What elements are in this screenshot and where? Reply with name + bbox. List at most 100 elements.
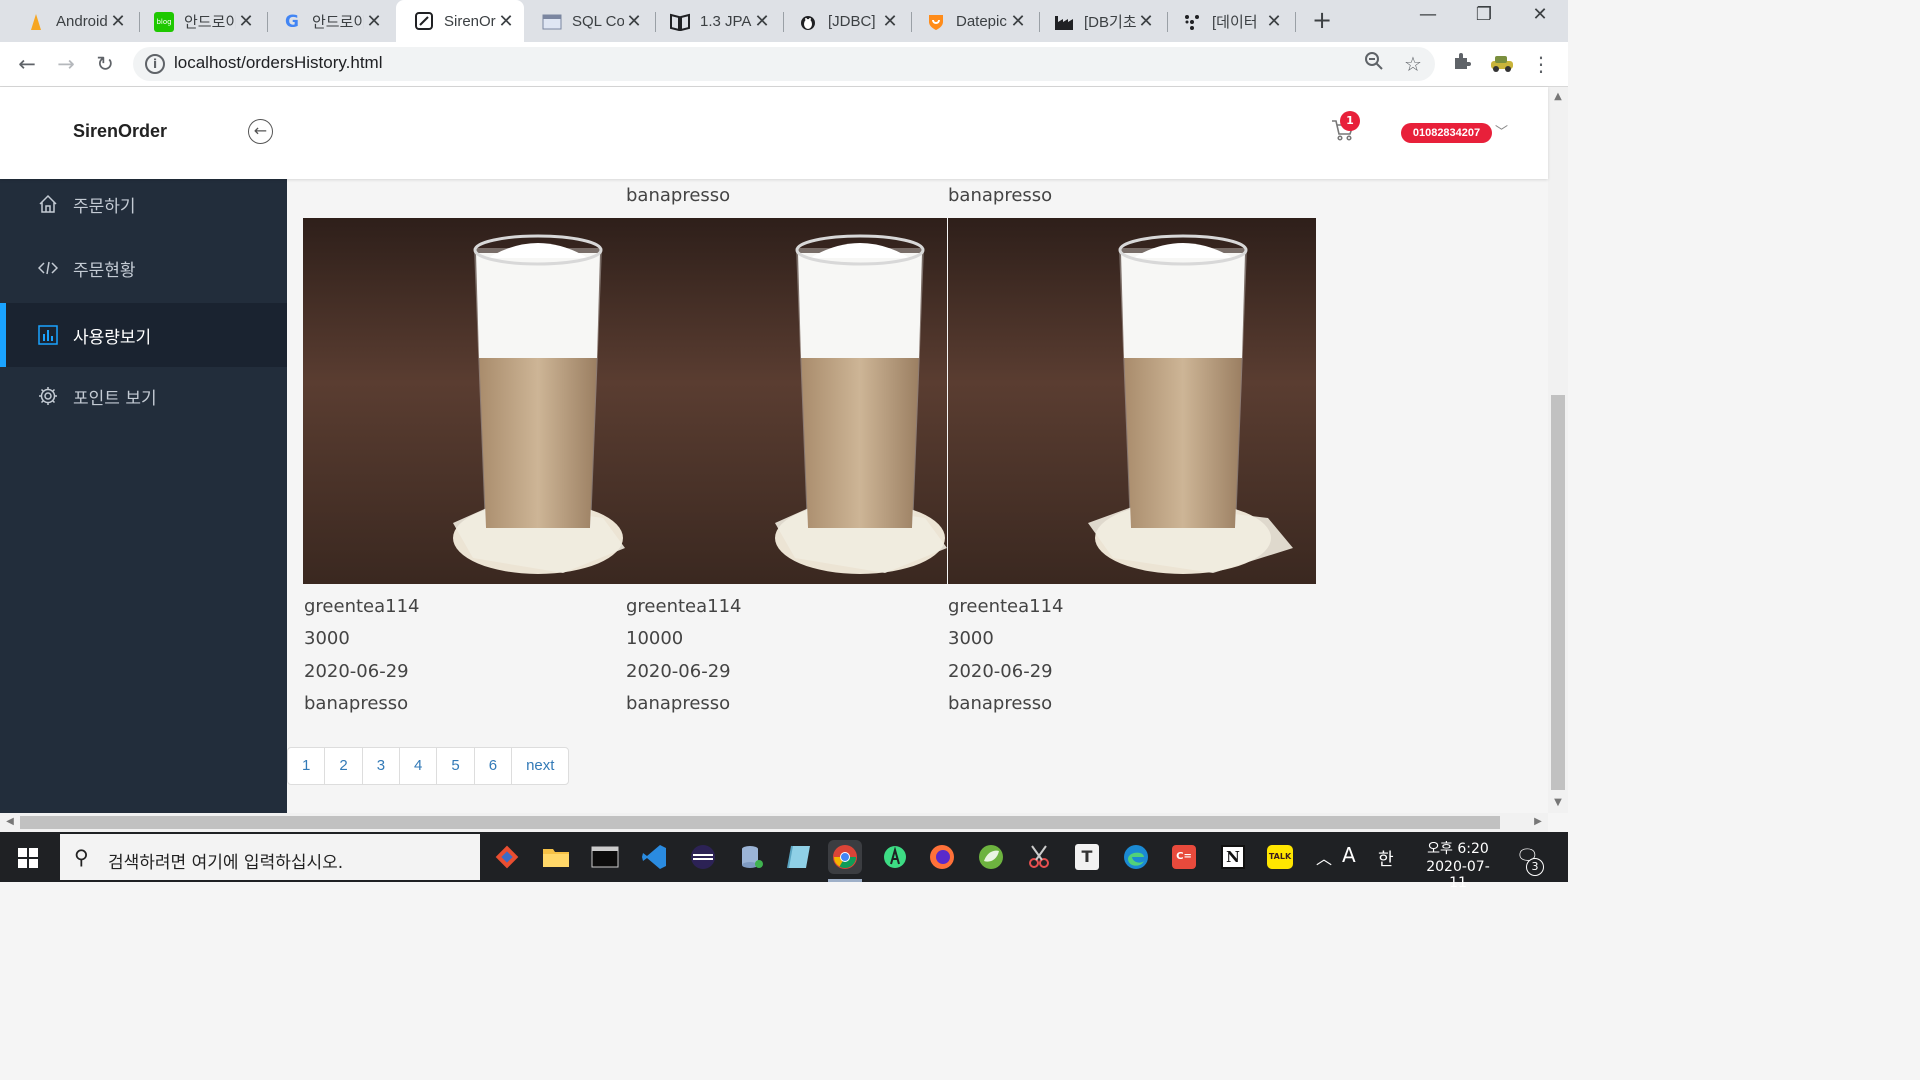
snipping-tool-icon[interactable] (1022, 840, 1056, 874)
database-tool-icon[interactable] (735, 840, 769, 874)
tab-title: 안드로이 (184, 14, 236, 31)
kakaotalk-icon[interactable]: TALK (1263, 840, 1297, 874)
close-icon[interactable]: ✕ (1264, 11, 1284, 32)
notes-app-icon[interactable] (782, 840, 816, 874)
browser-tab[interactable]: 1.3 JPA ✕ (652, 5, 780, 38)
url-text[interactable]: localhost/ordersHistory.html (174, 53, 382, 73)
scroll-up-icon[interactable]: ▲ (1548, 91, 1568, 102)
notion-icon[interactable]: N (1216, 840, 1250, 874)
browser-tab[interactable]: [JDBC] ✕ (780, 5, 908, 38)
window-icon (542, 12, 562, 32)
chrome-icon[interactable] (828, 840, 862, 874)
page-link-3[interactable]: 3 (363, 748, 401, 784)
sidebar-item-order-status[interactable]: 주문현황 (0, 236, 287, 300)
book-icon (670, 12, 690, 32)
vertical-scrollbar[interactable]: ▲ ▼ (1548, 87, 1568, 813)
close-icon[interactable]: ✕ (108, 11, 128, 32)
minimize-button[interactable]: — (1408, 4, 1448, 34)
page-next-link[interactable]: next (512, 748, 568, 784)
browser-tab[interactable]: [데이터 ✕ (1164, 5, 1292, 38)
extensions-icon[interactable] (1449, 51, 1475, 77)
info-icon[interactable]: i (145, 54, 165, 74)
profile-avatar[interactable] (1489, 51, 1515, 77)
file-explorer-icon[interactable] (539, 840, 573, 874)
zoom-icon[interactable] (1361, 51, 1387, 77)
close-icon[interactable]: ✕ (496, 11, 516, 32)
browser-toolbar: ← → ↻ i localhost/ordersHistory.html ☆ ⋮ (0, 42, 1568, 87)
cart-count-badge: 1 (1340, 111, 1360, 131)
bookmark-star-icon[interactable]: ☆ (1400, 51, 1426, 77)
scroll-right-icon[interactable]: ▶ (1528, 816, 1548, 827)
reload-icon[interactable]: ↻ (92, 51, 118, 77)
scroll-down-icon[interactable]: ▼ (1548, 797, 1568, 808)
android-studio-icon (26, 12, 46, 32)
active-app-indicator (828, 879, 862, 882)
browser-tab[interactable]: blog 안드로이 ✕ (136, 5, 264, 38)
page-link-6[interactable]: 6 (475, 748, 513, 784)
menu-kebab-icon[interactable]: ⋮ (1528, 51, 1554, 77)
page-link-1[interactable]: 1 (288, 748, 326, 784)
clock-time[interactable]: 오후 6:20 (1418, 838, 1498, 858)
new-tab-button[interactable]: + (1309, 6, 1335, 34)
horizontal-scroll-thumb[interactable] (20, 816, 1500, 829)
git-icon[interactable] (490, 840, 524, 874)
firefox-icon[interactable] (925, 840, 959, 874)
tab-title: [JDBC] (828, 13, 876, 30)
android-studio-icon[interactable] (878, 840, 912, 874)
close-icon[interactable]: ✕ (364, 11, 384, 32)
browser-tab[interactable]: Datepic ✕ (908, 5, 1036, 38)
close-icon[interactable]: ✕ (880, 11, 900, 32)
restore-button[interactable]: ❐ (1464, 4, 1504, 34)
browser-tab[interactable]: Android ✕ (8, 5, 136, 38)
presentation-app-icon[interactable]: C= (1167, 840, 1201, 874)
windows-start-icon[interactable] (18, 848, 38, 868)
forward-arrow-icon[interactable]: → (53, 51, 79, 77)
address-bar[interactable]: i localhost/ordersHistory.html (133, 47, 1435, 81)
browser-tab-active[interactable]: SirenOr ✕ (396, 0, 524, 42)
scroll-left-icon[interactable]: ◀ (0, 816, 20, 827)
order-date: 2020-06-29 (626, 661, 731, 682)
font-a-icon[interactable]: A (1342, 843, 1356, 867)
sidebar-item-usage[interactable]: 사용량보기 (0, 303, 287, 367)
back-circle-icon[interactable]: ← (248, 119, 273, 144)
eclipse-icon[interactable] (686, 840, 720, 874)
close-icon[interactable]: ✕ (624, 11, 644, 32)
browser-tab[interactable]: SQL Co ✕ (524, 5, 652, 38)
gear-icon (37, 385, 59, 407)
dots-icon (1182, 12, 1202, 32)
browser-tab[interactable]: [DB기초 ✕ (1036, 5, 1164, 38)
factory-icon (1054, 12, 1074, 32)
sidebar-item-points[interactable]: 포인트 보기 (0, 364, 287, 428)
chevron-down-icon[interactable]: ﹀ (1495, 121, 1508, 140)
user-phone-badge[interactable]: 01082834207 (1401, 123, 1492, 143)
clock-date[interactable]: 2020-07-11 (1418, 859, 1498, 891)
browser-tab[interactable]: G 안드로이 ✕ (264, 5, 392, 38)
window-close-button[interactable]: ✕ (1520, 4, 1560, 34)
close-icon[interactable]: ✕ (752, 11, 772, 32)
tab-title: SQL Co (572, 13, 624, 30)
close-icon[interactable]: ✕ (1136, 11, 1156, 32)
page-link-2[interactable]: 2 (325, 748, 363, 784)
page-link-5[interactable]: 5 (437, 748, 475, 784)
brand-logo[interactable]: SirenOrder (73, 121, 167, 142)
order-item-image (625, 218, 947, 584)
vertical-scroll-thumb[interactable] (1551, 395, 1565, 790)
tab-separator (1295, 12, 1296, 32)
taskbar-search-box[interactable]: ⚲ 검색하려면 여기에 입력하십시오. (60, 834, 480, 880)
close-icon[interactable]: ✕ (1008, 11, 1028, 32)
vscode-icon[interactable] (637, 840, 671, 874)
edge-icon[interactable] (1119, 840, 1153, 874)
sidebar-item-order[interactable]: 주문하기 (0, 172, 287, 236)
sidebar: 주문하기 주문현황 사용량보기 포인트 보기 (0, 179, 287, 813)
tray-overflow-icon[interactable]: ︿ (1316, 845, 1332, 869)
horizontal-scrollbar[interactable]: ◀ ▶ (0, 813, 1548, 832)
ime-indicator[interactable]: 한 (1378, 845, 1394, 870)
back-arrow-icon[interactable]: ← (14, 51, 40, 77)
terminal-icon[interactable] (588, 840, 622, 874)
order-store: banapresso (626, 185, 731, 206)
page-link-4[interactable]: 4 (400, 748, 438, 784)
tab-title: Android (56, 13, 108, 30)
spring-tools-icon[interactable] (974, 840, 1008, 874)
typora-icon[interactable]: T (1070, 840, 1104, 874)
close-icon[interactable]: ✕ (236, 11, 256, 32)
